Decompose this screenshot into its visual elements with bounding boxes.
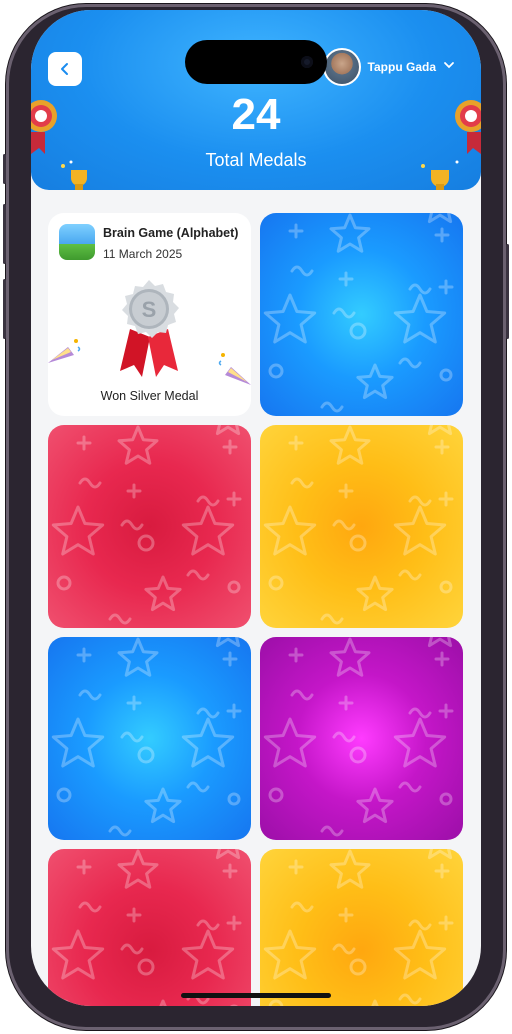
chevron-down-icon: [443, 58, 455, 76]
medals-header: 24 Total Medals: [31, 10, 481, 190]
medal-card-revealed[interactable]: Brain Game (Alphabet) 11 March 2025 S Wo…: [48, 213, 251, 416]
medal-card-hidden[interactable]: [260, 849, 463, 1006]
total-medals-label: Total Medals: [205, 150, 307, 170]
medal-card-hidden[interactable]: [48, 849, 251, 1006]
home-indicator: [181, 993, 331, 998]
card-pattern: [51, 637, 242, 837]
avatar: [322, 48, 361, 86]
party-popper-left-icon: [48, 339, 81, 363]
medal-card-hidden[interactable]: [260, 637, 463, 840]
silver-medal-icon: S: [120, 280, 179, 377]
app-screen: 24 Total Medals Tappu Gada Brain Game (A…: [31, 10, 481, 1006]
medal-card-hidden[interactable]: [48, 425, 251, 628]
medal-card-hidden[interactable]: [48, 637, 251, 840]
profile-name: Tappu Gada: [367, 60, 436, 74]
card-pattern: [263, 849, 454, 1006]
medal-status: Won Silver Medal: [100, 389, 199, 403]
total-medals-count: 24: [231, 90, 281, 139]
card-pattern: [263, 637, 454, 837]
medal-date: 11 March 2025: [103, 247, 183, 261]
medal-card-hidden[interactable]: [260, 213, 463, 416]
game-icon: [59, 224, 95, 260]
game-title: Brain Game (Alphabet): [103, 226, 239, 240]
card-pattern: [263, 425, 454, 625]
profile-menu[interactable]: Tappu Gada: [322, 48, 455, 86]
card-pattern: [51, 425, 242, 625]
card-pattern: [51, 849, 242, 1006]
dynamic-island: [185, 40, 327, 84]
medal-letter: S: [142, 297, 157, 322]
back-button[interactable]: [48, 52, 82, 86]
party-popper-right-icon: [218, 353, 251, 385]
card-pattern: [263, 213, 454, 413]
back-chevron-icon: [61, 63, 68, 75]
medal-card-hidden[interactable]: [260, 425, 463, 628]
